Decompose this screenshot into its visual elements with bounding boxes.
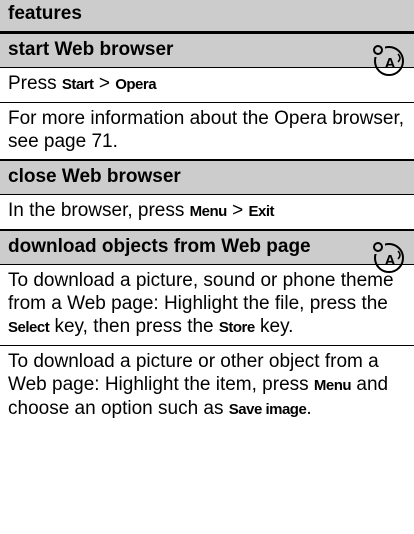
body-text: . — [306, 398, 312, 419]
body-text: > — [93, 73, 116, 94]
network-feature-icon: A — [371, 240, 404, 273]
key-label-opera: Opera — [115, 76, 157, 93]
key-label-start: Start — [61, 76, 94, 93]
key-label-menu: Menu — [313, 377, 352, 394]
feature-title-text: close Web browser — [8, 166, 181, 187]
feature-title-close-browser: close Web browser — [0, 161, 414, 194]
feature-title-text: start Web browser — [8, 39, 174, 60]
body-text: To download a picture, sound or phone th… — [8, 270, 394, 314]
body-text: > — [226, 200, 249, 221]
feature-title-start-browser: start Web browser A — [0, 34, 414, 76]
key-label-exit: Exit — [248, 203, 274, 220]
svg-text:A: A — [385, 55, 396, 72]
body-text: Press — [8, 73, 62, 94]
body-text: key. — [254, 316, 294, 337]
feature-body-download-p2: To download a picture or other object fr… — [0, 346, 414, 427]
network-feature-icon: A — [371, 43, 404, 76]
feature-title-text: download objects from Web page — [8, 236, 311, 257]
body-text: In the browser, press — [8, 200, 190, 221]
body-text: For more information about the Opera bro… — [8, 108, 405, 152]
feature-body-start-browser-p2: For more information about the Opera bro… — [0, 103, 414, 159]
feature-body-download-p1: To download a picture, sound or phone th… — [0, 265, 414, 345]
table-header-title: features — [8, 3, 82, 24]
key-label-select: Select — [8, 319, 50, 336]
key-label-store: Store — [218, 319, 255, 336]
body-text: key, then press the — [49, 316, 219, 337]
feature-body-start-browser-p1: Press Start > Opera — [0, 68, 414, 102]
svg-text:A: A — [385, 252, 396, 269]
key-label-save-image: Save image — [228, 401, 307, 418]
table-header: features — [0, 0, 414, 34]
feature-title-download-objects: download objects from Web page A — [0, 231, 414, 273]
key-label-menu: Menu — [189, 203, 228, 220]
features-table: features start Web browser A Press Start… — [0, 0, 414, 427]
feature-body-close-browser: In the browser, press Menu > Exit — [0, 195, 414, 229]
